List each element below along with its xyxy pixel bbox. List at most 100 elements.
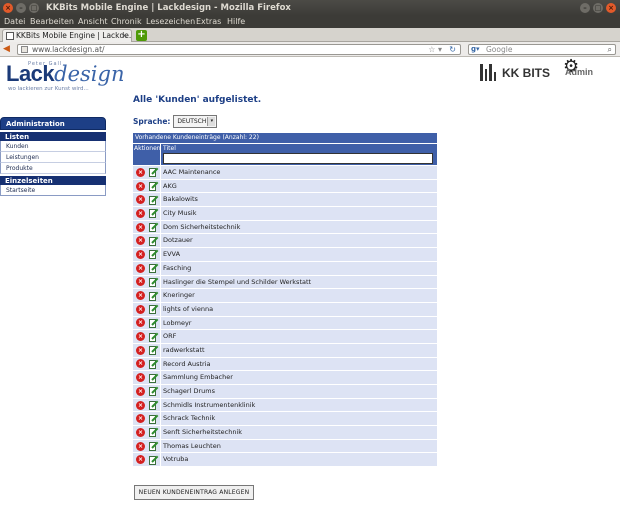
delete-icon[interactable]: × bbox=[136, 222, 145, 232]
delete-icon[interactable]: × bbox=[136, 208, 145, 218]
edit-icon[interactable] bbox=[149, 455, 159, 465]
new-customer-button[interactable]: NEUEN KUNDENEINTRAG ANLEGEN bbox=[134, 485, 254, 500]
delete-icon[interactable]: × bbox=[136, 277, 145, 287]
edit-icon[interactable] bbox=[149, 400, 159, 411]
row-title[interactable]: Sammlung Embacher bbox=[161, 371, 437, 384]
edit-icon[interactable] bbox=[149, 167, 159, 178]
row-title[interactable]: Record Austria bbox=[161, 357, 437, 371]
menu-hilfe[interactable]: Hilfe bbox=[227, 16, 245, 28]
reload-icon[interactable]: ↻ bbox=[449, 45, 456, 54]
kkbits-brand[interactable]: KK BITS bbox=[480, 64, 550, 81]
delete-icon[interactable]: × bbox=[136, 236, 145, 246]
menu-lesezeichen[interactable]: Lesezeichen bbox=[146, 16, 195, 28]
row-title[interactable]: EVVA bbox=[161, 248, 437, 261]
row-title[interactable]: Schrack Technik bbox=[161, 412, 437, 426]
delete-icon[interactable]: × bbox=[136, 400, 145, 410]
sidebar-item-startseite[interactable]: Startseite bbox=[0, 185, 106, 196]
edit-icon[interactable] bbox=[149, 291, 159, 301]
title-filter-input[interactable] bbox=[163, 153, 433, 164]
menu-extras[interactable]: Extras bbox=[196, 16, 221, 28]
edit-icon[interactable] bbox=[149, 414, 159, 424]
delete-icon[interactable]: × bbox=[136, 181, 145, 191]
row-title[interactable]: Kneringer bbox=[161, 289, 437, 302]
row-title[interactable]: Thomas Leuchten bbox=[161, 439, 437, 453]
delete-icon[interactable]: × bbox=[136, 414, 145, 424]
row-title[interactable]: AKG bbox=[161, 179, 437, 193]
delete-icon[interactable]: × bbox=[136, 263, 145, 273]
delete-icon[interactable]: × bbox=[136, 332, 145, 342]
sidebar-item-produkte[interactable]: Produkte bbox=[0, 163, 106, 174]
restore-icon[interactable]: □ bbox=[593, 3, 603, 13]
delete-icon[interactable]: × bbox=[136, 291, 145, 301]
delete-icon[interactable]: × bbox=[136, 345, 145, 355]
language-select[interactable]: DEUTSCH ▾ bbox=[173, 114, 218, 128]
edit-icon[interactable] bbox=[149, 208, 159, 219]
browser-tab[interactable]: KKBits Mobile Engine | Lackde... × bbox=[2, 29, 132, 42]
delete-icon[interactable]: × bbox=[136, 441, 145, 451]
tab-close-icon[interactable]: × bbox=[121, 30, 128, 42]
minimize-icon[interactable]: – bbox=[580, 3, 590, 13]
edit-icon[interactable] bbox=[149, 236, 159, 246]
row-title[interactable]: lights of vienna bbox=[161, 302, 437, 316]
new-tab-button[interactable]: + bbox=[136, 30, 147, 41]
edit-icon[interactable] bbox=[149, 441, 159, 452]
edit-icon[interactable] bbox=[149, 195, 159, 205]
search-engine-icon[interactable]: g▾ bbox=[471, 46, 480, 53]
row-title[interactable]: Fasching bbox=[161, 261, 437, 275]
edit-icon[interactable] bbox=[149, 359, 159, 369]
back-arrow-icon[interactable]: ◀ bbox=[3, 44, 13, 54]
delete-icon[interactable]: × bbox=[136, 359, 145, 369]
row-title[interactable]: radwerkstatt bbox=[161, 343, 437, 357]
menu-bearbeiten[interactable]: Bearbeiten bbox=[30, 16, 74, 28]
row-title[interactable]: Lobmeyr bbox=[161, 316, 437, 330]
edit-icon[interactable] bbox=[149, 304, 159, 315]
edit-icon[interactable] bbox=[149, 222, 159, 233]
minimize-window-button[interactable]: – bbox=[16, 3, 26, 13]
sidebar-item-leistungen[interactable]: Leistungen bbox=[0, 152, 106, 163]
delete-icon[interactable]: × bbox=[136, 304, 145, 314]
delete-icon[interactable]: × bbox=[136, 373, 145, 383]
sidebar-item-kunden[interactable]: Kunden bbox=[0, 141, 106, 152]
row-title[interactable]: Dotzauer bbox=[161, 234, 437, 248]
edit-icon[interactable] bbox=[149, 277, 159, 287]
edit-icon[interactable] bbox=[149, 249, 159, 260]
edit-icon[interactable] bbox=[149, 318, 159, 328]
delete-icon[interactable]: × bbox=[136, 455, 145, 465]
row-title[interactable]: Haslinger die Stempel und Schilder Werks… bbox=[161, 275, 437, 289]
edit-icon[interactable] bbox=[149, 332, 159, 342]
row-title[interactable]: Senft Sicherheitstechnik bbox=[161, 426, 437, 439]
row-title[interactable]: City Musik bbox=[161, 207, 437, 220]
maximize-window-button[interactable]: □ bbox=[29, 3, 39, 13]
site-identity-icon[interactable] bbox=[21, 46, 28, 53]
menu-ansicht[interactable]: Ansicht bbox=[78, 16, 108, 28]
lackdesign-logo[interactable]: Peter Gall Lackdesign wo lackieren zur K… bbox=[6, 61, 125, 92]
close-window-button[interactable]: × bbox=[3, 3, 13, 13]
edit-icon[interactable] bbox=[149, 345, 159, 356]
menu-chronik[interactable]: Chronik bbox=[111, 16, 142, 28]
delete-icon[interactable]: × bbox=[136, 167, 145, 177]
edit-icon[interactable] bbox=[149, 386, 159, 397]
row-title[interactable]: AAC Maintenance bbox=[161, 166, 437, 179]
edit-icon[interactable] bbox=[149, 263, 159, 274]
row-title[interactable]: Schagerl Drums bbox=[161, 385, 437, 398]
bookmark-star-icon[interactable]: ☆ ▾ bbox=[428, 45, 442, 54]
url-bar[interactable]: www.lackdesign.at/ ☆ ▾ ↻ bbox=[17, 44, 461, 55]
edit-icon[interactable] bbox=[149, 427, 159, 438]
search-icon[interactable]: ⌕ bbox=[608, 45, 612, 54]
delete-icon[interactable]: × bbox=[136, 386, 145, 396]
admin-link[interactable]: Admin bbox=[565, 67, 593, 77]
edit-icon[interactable] bbox=[149, 373, 159, 383]
close-icon[interactable]: × bbox=[606, 3, 616, 13]
row-title[interactable]: Schmidls Instrumentenklinik bbox=[161, 398, 437, 412]
menu-datei[interactable]: Datei bbox=[4, 16, 25, 28]
row-title[interactable]: Bakalowits bbox=[161, 193, 437, 207]
row-title[interactable]: Votruba bbox=[161, 453, 437, 467]
edit-icon[interactable] bbox=[149, 181, 159, 192]
search-bar[interactable]: g▾ Google ⌕ bbox=[468, 44, 616, 55]
delete-icon[interactable]: × bbox=[136, 195, 145, 205]
row-title[interactable]: Dom Sicherheitstechnik bbox=[161, 220, 437, 234]
delete-icon[interactable]: × bbox=[136, 249, 145, 259]
delete-icon[interactable]: × bbox=[136, 427, 145, 437]
delete-icon[interactable]: × bbox=[136, 318, 145, 328]
row-title[interactable]: ORF bbox=[161, 330, 437, 343]
